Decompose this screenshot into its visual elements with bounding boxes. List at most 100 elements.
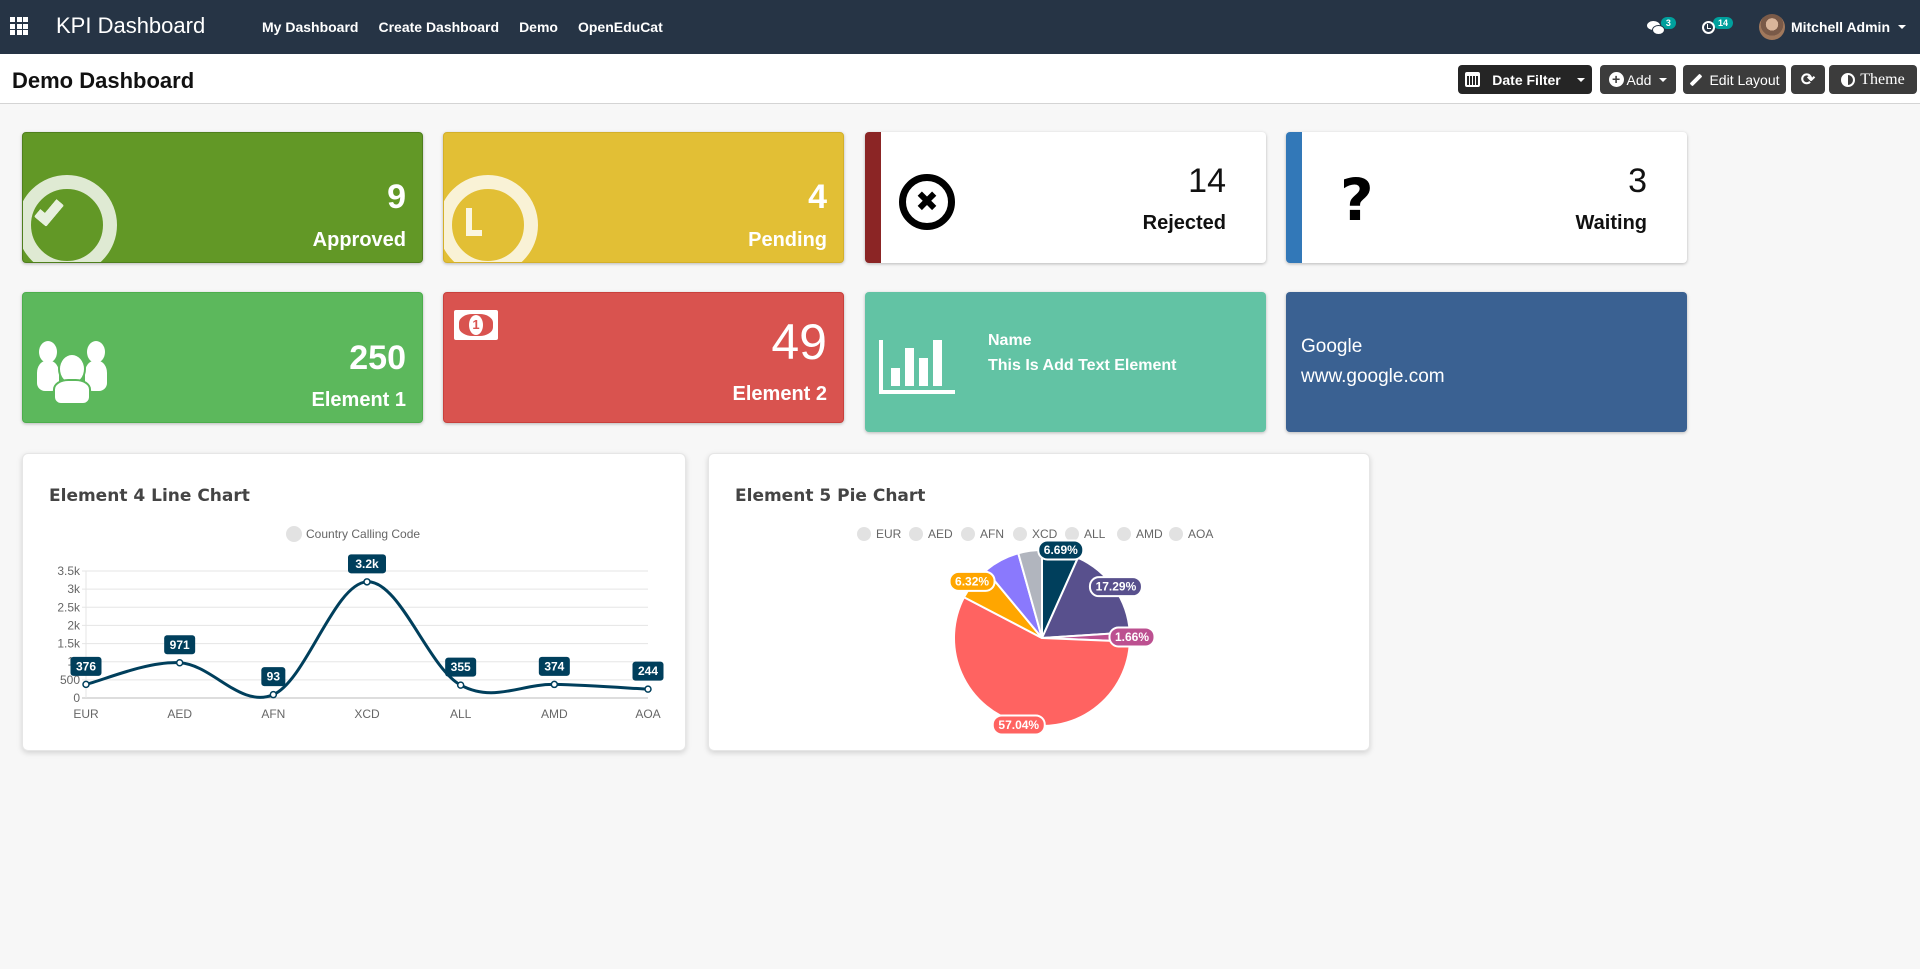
svg-text:AMD: AMD [1136,527,1163,541]
pencil-icon [1690,73,1703,86]
apps-menu-icon[interactable] [10,17,30,35]
clock-icon [1701,20,1715,34]
legend-item[interactable]: XCD [1013,527,1058,541]
data-label: 244 [632,661,664,681]
tile-link-element[interactable]: Google www.google.com [1286,292,1687,432]
data-label: 3.2k [348,554,386,574]
tile-label: Approved [312,229,406,251]
edit-layout-button[interactable]: Edit Layout [1683,65,1786,94]
svg-text:971: 971 [170,638,190,652]
messages-button[interactable]: 3 [1646,17,1676,35]
pie-chart-card: Element 5 Pie Chart EUR AED AFN XCD ALL AMD AO… [708,453,1370,751]
tile-pending[interactable]: 4 Pending [443,132,844,263]
svg-text:376: 376 [76,659,96,673]
data-point[interactable] [456,681,465,689]
y-tick-label: 1.5k [57,637,81,651]
legend-item[interactable]: Country Calling Code [286,526,420,542]
avatar [1758,14,1785,40]
data-label: 376 [70,656,102,676]
x-tick-label: AOA [635,707,660,721]
x-tick-label: ALL [450,707,472,721]
svg-text:374: 374 [544,659,564,673]
x-tick-label: EUR [73,707,99,721]
main-menu: My Dashboard Create Dashboard Demo OpenE… [262,19,663,35]
calendar-icon [1465,72,1481,87]
add-button[interactable]: + Add [1600,65,1676,94]
menu-demo[interactable]: Demo [519,19,558,35]
data-label: 374 [538,656,570,676]
bar-chart-icon [879,340,955,394]
refresh-button[interactable]: ⟳ [1791,65,1825,94]
chevron-down-icon [1898,25,1906,29]
link-url[interactable]: www.google.com [1301,366,1445,388]
svg-text:355: 355 [451,660,471,674]
pie-chart: EUR AED AFN XCD ALL AMD AOA 6.69% 17.29% 1.66% 57.… [857,527,1213,736]
tile-label: Element 2 [732,383,827,405]
svg-text:244: 244 [638,664,658,678]
menu-openeducat[interactable]: OpenEduCat [578,19,663,35]
y-tick-label: 0 [73,691,80,705]
legend-item[interactable]: AED [909,527,953,541]
tile-value: 14 [1188,162,1226,200]
menu-my-dashboard[interactable]: My Dashboard [262,19,358,35]
data-point[interactable] [363,578,371,586]
tile-text-element[interactable]: Name This Is Add Text Element [865,292,1266,432]
tile-value: 49 [771,314,827,370]
page-title: Demo Dashboard [12,68,195,93]
svg-text:93: 93 [267,670,281,684]
legend-item[interactable]: ALL [1065,527,1106,541]
tile-label: Pending [748,229,827,251]
data-point[interactable] [550,680,559,689]
svg-text:EUR: EUR [876,527,902,541]
svg-text:AED: AED [928,527,953,541]
tile-element-2[interactable]: 49 Element 2 [443,292,844,423]
tile-value: 4 [808,178,827,216]
date-filter-button[interactable]: Date Filter [1458,65,1592,94]
legend-item[interactable]: AMD [1117,527,1163,541]
legend-item[interactable]: EUR [857,527,902,541]
x-tick-label: AMD [541,707,568,721]
data-point[interactable] [644,685,652,693]
chat-icon [1646,21,1665,35]
slice-percent-label: 17.29% [1088,576,1143,598]
date-filter-label: Date Filter [1492,71,1561,88]
x-tick-label: AED [167,707,192,721]
tile-value: 9 [387,178,406,216]
tile-label: Waiting [1575,212,1647,234]
add-label: Add [1626,71,1652,88]
control-bar: Demo Dashboard Date Filter + Add Edit La… [0,54,1920,104]
tile-approved[interactable]: 9 Approved [22,132,423,263]
user-name: Mitchell Admin [1790,19,1890,35]
legend-item[interactable]: AOA [1169,527,1213,541]
tile-waiting[interactable]: ? 3 Waiting [1286,132,1687,263]
tile-element-1[interactable]: 250 Element 1 [22,292,423,423]
legend-item[interactable]: AFN [961,527,1004,541]
svg-text:17.29%: 17.29% [1096,580,1137,594]
tile-label: Element 1 [311,389,406,411]
theme-button[interactable]: Theme [1829,65,1917,94]
data-point[interactable] [82,680,90,689]
svg-text:AFN: AFN [980,527,1004,541]
systray: 3 14 Mitchell Admin [1646,0,1920,54]
slice-percent-label: 1.66% [1108,626,1156,648]
money-bill-icon [454,310,498,340]
question-icon: ? [1340,166,1374,234]
clock-hand-glyph [466,208,482,236]
x-tick-label: AFN [261,707,285,721]
activities-badge: 14 [1712,17,1733,29]
line-chart-card: Element 4 Line Chart Country Calling Cod… [22,453,686,751]
refresh-icon: ⟳ [1800,69,1816,89]
data-point[interactable] [175,659,184,667]
menu-create-dashboard[interactable]: Create Dashboard [378,19,499,35]
chevron-down-icon [1659,77,1668,82]
activities-button[interactable]: 14 [1701,17,1733,34]
slice-percent-label: 6.69% [1037,539,1085,561]
slice-percent-label: 57.04% [991,714,1046,736]
user-menu[interactable]: Mitchell Admin [1758,14,1906,40]
svg-text:57.04%: 57.04% [998,718,1039,732]
svg-text:6.32%: 6.32% [955,574,989,588]
text-element-body: This Is Add Text Element [988,357,1177,374]
svg-text:6.69%: 6.69% [1044,543,1078,557]
tile-rejected[interactable]: 14 Rejected [865,132,1266,263]
data-point[interactable] [269,690,278,699]
